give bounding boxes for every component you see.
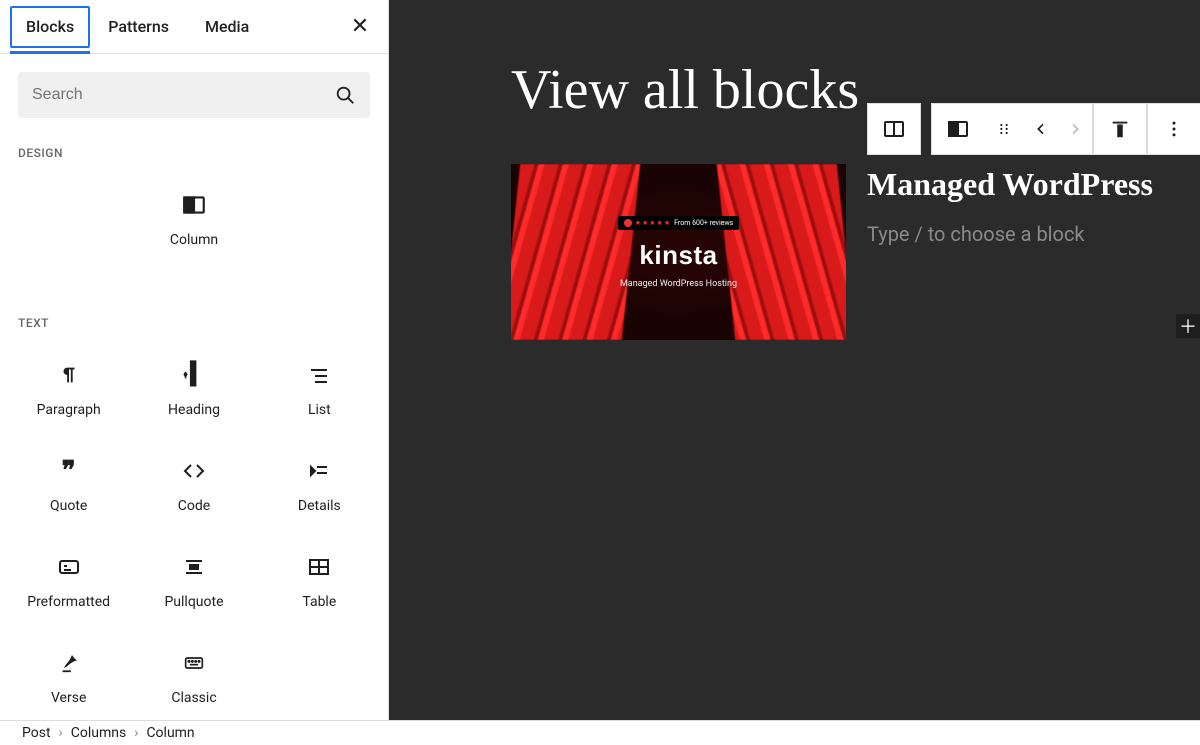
category-design-label: DESIGN bbox=[0, 118, 388, 168]
search-icon bbox=[334, 84, 356, 106]
inserter-tabs: Blocks Patterns Media ✕ bbox=[0, 0, 388, 54]
breadcrumb-item[interactable]: Column bbox=[138, 725, 202, 741]
align-top-icon bbox=[1109, 118, 1131, 140]
drag-handle[interactable] bbox=[984, 104, 1024, 154]
paragraph-icon bbox=[56, 362, 82, 388]
details-icon bbox=[306, 458, 332, 484]
close-icon: ✕ bbox=[351, 14, 369, 39]
plus-icon: ＋ bbox=[1179, 313, 1197, 339]
search-field[interactable] bbox=[18, 72, 370, 118]
tab-patterns[interactable]: Patterns bbox=[90, 0, 187, 54]
column-image[interactable]: ★★★★★ From 600+ reviews kinsta Managed W… bbox=[511, 164, 846, 340]
columns-icon bbox=[882, 117, 906, 141]
block-toolbar bbox=[867, 103, 1200, 155]
block-label: Quote bbox=[50, 498, 87, 514]
more-options-button[interactable] bbox=[1148, 104, 1200, 154]
drag-icon bbox=[996, 119, 1012, 139]
block-preformatted[interactable]: Preformatted bbox=[6, 534, 131, 630]
block-label: Verse bbox=[51, 690, 86, 706]
block-verse[interactable]: Verse bbox=[6, 630, 131, 726]
block-details[interactable]: Details bbox=[257, 438, 382, 534]
block-label: Column bbox=[170, 232, 218, 248]
align-button[interactable] bbox=[1094, 104, 1146, 154]
review-badge: ★★★★★ From 600+ reviews bbox=[618, 216, 740, 230]
block-label: Details bbox=[298, 498, 341, 514]
kinsta-logo: kinsta bbox=[639, 240, 717, 271]
inserter-panel: Blocks Patterns Media ✕ DESIGN Column bbox=[0, 0, 389, 720]
block-pullquote[interactable]: Pullquote bbox=[131, 534, 256, 630]
move-right-button[interactable] bbox=[1058, 104, 1092, 154]
pullquote-icon bbox=[181, 554, 207, 580]
block-label: Preformatted bbox=[27, 594, 110, 610]
chevron-left-icon bbox=[1033, 121, 1049, 137]
block-classic[interactable]: Classic bbox=[131, 630, 256, 726]
chevron-right-icon bbox=[1067, 121, 1083, 137]
editor-canvas[interactable]: View all blocks ★★★★★ From 600+ reviews … bbox=[389, 0, 1200, 720]
breadcrumb-item[interactable]: Post bbox=[14, 725, 59, 741]
keyboard-icon bbox=[181, 650, 207, 676]
block-label: Code bbox=[178, 498, 210, 514]
quote-icon: ❞ bbox=[56, 458, 82, 484]
move-left-button[interactable] bbox=[1024, 104, 1058, 154]
verse-icon bbox=[56, 650, 82, 676]
column-icon bbox=[181, 192, 207, 218]
heading-icon: ▍ bbox=[181, 362, 207, 388]
preformatted-icon bbox=[56, 554, 82, 580]
add-block-button[interactable]: ＋ bbox=[1176, 314, 1200, 338]
block-label: Paragraph bbox=[37, 402, 101, 418]
block-placeholder[interactable]: Type / to choose a block bbox=[867, 222, 1085, 246]
list-icon bbox=[306, 362, 332, 388]
design-block-grid: Column bbox=[0, 168, 388, 288]
code-icon bbox=[181, 458, 207, 484]
block-list[interactable]: List bbox=[257, 342, 382, 438]
block-column[interactable]: Column bbox=[6, 172, 382, 268]
close-inserter-button[interactable]: ✕ bbox=[344, 11, 376, 43]
block-quote[interactable]: ❞ Quote bbox=[6, 438, 131, 534]
column-heading[interactable]: Managed WordPress bbox=[867, 166, 1153, 203]
block-label: Classic bbox=[171, 690, 216, 706]
breadcrumb-item[interactable]: Columns bbox=[63, 725, 134, 741]
block-heading[interactable]: ▍ Heading bbox=[131, 342, 256, 438]
block-table[interactable]: Table bbox=[257, 534, 382, 630]
tab-blocks[interactable]: Blocks bbox=[10, 6, 90, 48]
block-label: Table bbox=[302, 594, 336, 610]
badge-text: From 600+ reviews bbox=[674, 219, 733, 227]
column-icon bbox=[946, 117, 970, 141]
tab-media[interactable]: Media bbox=[187, 0, 267, 54]
search-input[interactable] bbox=[32, 86, 334, 104]
more-vertical-icon bbox=[1164, 119, 1184, 139]
parent-columns-button[interactable] bbox=[868, 104, 920, 154]
block-type-button[interactable] bbox=[932, 104, 984, 154]
block-label: List bbox=[308, 402, 331, 418]
post-title[interactable]: View all blocks bbox=[511, 58, 859, 122]
badge-stars: ★★★★★ bbox=[635, 219, 671, 227]
image-subtitle: Managed WordPress Hosting bbox=[620, 279, 737, 289]
block-label: Heading bbox=[168, 402, 220, 418]
block-label: Pullquote bbox=[164, 594, 223, 610]
category-text-label: TEXT bbox=[0, 288, 388, 338]
table-icon bbox=[306, 554, 332, 580]
text-block-grid: Paragraph ▍ Heading List ❞ Quote Code De… bbox=[0, 338, 388, 736]
block-code[interactable]: Code bbox=[131, 438, 256, 534]
block-paragraph[interactable]: Paragraph bbox=[6, 342, 131, 438]
